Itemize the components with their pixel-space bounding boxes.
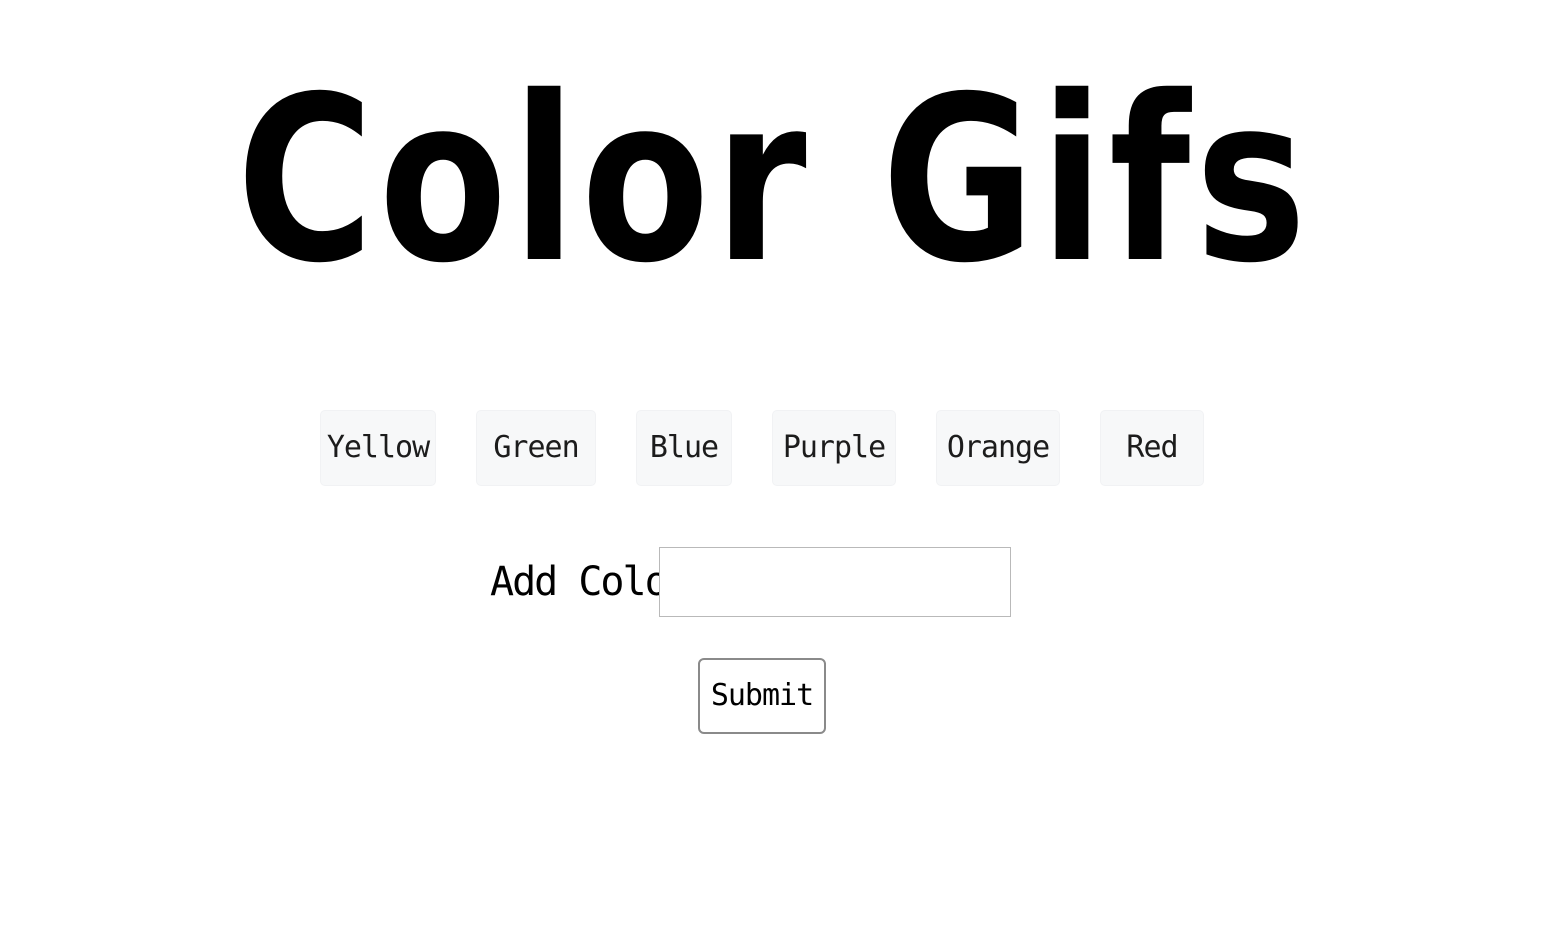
submit-button[interactable]: Submit (698, 658, 826, 734)
color-button-list: Yellow Green Blue Purple Orange Red (0, 410, 1548, 486)
add-color-input[interactable] (659, 547, 1011, 617)
color-button-orange[interactable]: Orange (936, 410, 1060, 486)
page-title: Color Gifs (236, 47, 1312, 313)
color-button-red[interactable]: Red (1100, 410, 1204, 486)
color-button-green[interactable]: Green (476, 410, 596, 486)
add-color-form: Add Color Submit (0, 546, 1548, 746)
color-button-purple[interactable]: Purple (772, 410, 896, 486)
color-button-blue[interactable]: Blue (636, 410, 732, 486)
color-button-yellow[interactable]: Yellow (320, 410, 436, 486)
